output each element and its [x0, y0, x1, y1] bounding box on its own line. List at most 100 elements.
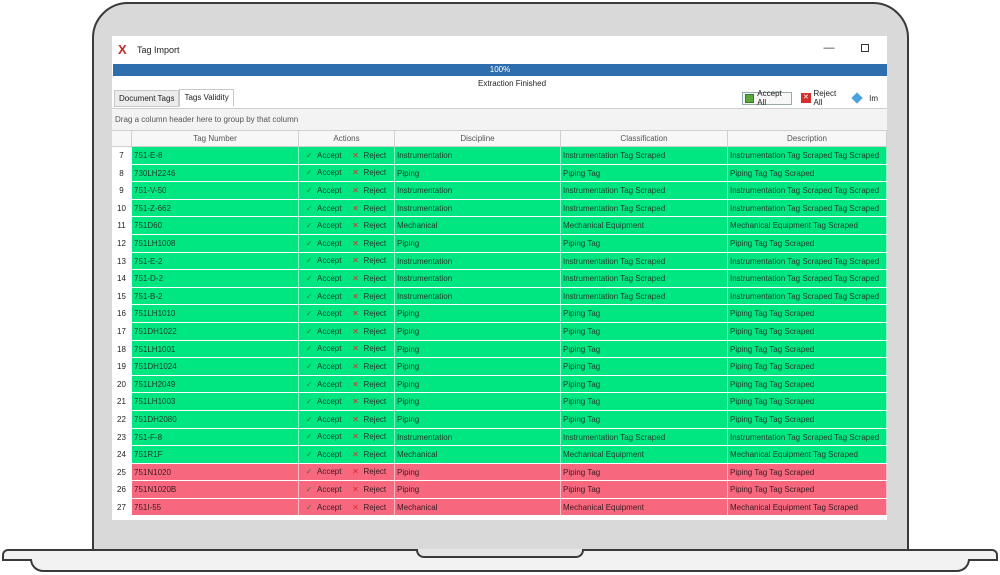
description-cell[interactable]: Instrumentation Tag Scraped Tag Scraped	[728, 270, 887, 287]
table-row[interactable]: 10 751-Z-662 ✓ Accept ✕ Reject Instrumentation…	[112, 199, 887, 218]
accept-link[interactable]: Accept	[317, 305, 341, 322]
table-row[interactable]: 18 751LH1001 ✓ Accept ✕ Reject Piping Piping Ta…	[112, 340, 887, 359]
tag-number-cell[interactable]: 751-Z-662	[132, 199, 299, 217]
reject-x-icon[interactable]: ✕	[349, 147, 361, 164]
discipline-cell[interactable]: Mechanical	[395, 217, 561, 234]
tag-number-cell[interactable]: 751DH2080	[132, 410, 299, 428]
accept-link[interactable]: Accept	[317, 253, 341, 270]
discipline-cell[interactable]: Piping	[395, 234, 561, 252]
table-row[interactable]: 26 751N1020B ✓ Accept ✕ Reject Piping Piping Ta…	[112, 481, 887, 499]
reject-link[interactable]: Reject	[363, 376, 386, 393]
reject-x-icon[interactable]: ✕	[349, 341, 361, 358]
tag-number-cell[interactable]: 751-B-2	[132, 287, 299, 305]
tag-number-cell[interactable]: 751LH1003	[132, 393, 299, 410]
discipline-cell[interactable]: Instrumentation	[395, 252, 561, 270]
accept-link[interactable]: Accept	[317, 270, 341, 287]
accept-link[interactable]: Accept	[317, 323, 341, 340]
description-cell[interactable]: Instrumentation Tag Scraped Tag Scraped	[728, 182, 887, 199]
description-cell[interactable]: Piping Tag Tag Scraped	[728, 410, 887, 428]
reject-x-icon[interactable]: ✕	[349, 393, 361, 410]
reject-x-icon[interactable]: ✕	[349, 376, 361, 393]
reject-x-icon[interactable]: ✕	[349, 305, 361, 322]
reject-link[interactable]: Reject	[363, 323, 386, 340]
discipline-cell[interactable]: Piping	[395, 375, 561, 393]
reject-link[interactable]: Reject	[363, 446, 386, 463]
discipline-cell[interactable]: Mechanical	[395, 446, 561, 463]
classification-cell[interactable]: Piping Tag	[561, 375, 728, 393]
description-cell[interactable]: Instrumentation Tag Scraped Tag Scraped	[728, 147, 887, 164]
tag-number-cell[interactable]: 751R1F	[132, 446, 299, 463]
check-icon[interactable]: ✓	[303, 376, 315, 393]
check-icon[interactable]: ✓	[303, 147, 315, 164]
accept-link[interactable]: Accept	[317, 217, 341, 234]
classification-cell[interactable]: Instrumentation Tag Scraped	[561, 287, 728, 305]
check-icon[interactable]: ✓	[303, 411, 315, 428]
accept-link[interactable]: Accept	[317, 376, 341, 393]
reject-link[interactable]: Reject	[363, 393, 386, 410]
tag-number-cell[interactable]: 751LH1010	[132, 305, 299, 322]
classification-cell[interactable]: Mechanical Equipment	[561, 217, 728, 234]
accept-link[interactable]: Accept	[317, 235, 341, 252]
reject-link[interactable]: Reject	[363, 429, 386, 446]
classification-cell[interactable]: Piping Tag	[561, 358, 728, 375]
reject-x-icon[interactable]: ✕	[349, 235, 361, 252]
tag-number-cell[interactable]: 751I-55	[132, 498, 299, 516]
tag-number-cell[interactable]: 751DH1024	[132, 358, 299, 375]
reject-link[interactable]: Reject	[363, 147, 386, 164]
reject-x-icon[interactable]: ✕	[349, 288, 361, 305]
discipline-cell[interactable]: Instrumentation	[395, 182, 561, 199]
tag-number-cell[interactable]: 751DH1022	[132, 322, 299, 340]
description-cell[interactable]: Piping Tag Tag Scraped	[728, 463, 887, 481]
classification-cell[interactable]: Piping Tag	[561, 463, 728, 481]
accept-link[interactable]: Accept	[317, 165, 341, 182]
description-cell[interactable]: Piping Tag Tag Scraped	[728, 234, 887, 252]
table-row[interactable]: 16 751LH1010 ✓ Accept ✕ Reject Piping Piping Ta…	[112, 305, 887, 323]
tag-number-cell[interactable]: 751N1020	[132, 463, 299, 481]
discipline-cell[interactable]: Mechanical	[395, 498, 561, 516]
reject-x-icon[interactable]: ✕	[349, 499, 361, 516]
reject-x-icon[interactable]: ✕	[349, 217, 361, 234]
accept-link[interactable]: Accept	[317, 200, 341, 217]
description-cell[interactable]: Mechanical Equipment Tag Scraped	[728, 498, 887, 516]
table-row[interactable]: 19 751DH1024 ✓ Accept ✕ Reject Piping Piping Ta…	[112, 358, 887, 376]
reject-x-icon[interactable]: ✕	[349, 481, 361, 498]
reject-x-icon[interactable]: ✕	[349, 358, 361, 375]
check-icon[interactable]: ✓	[303, 288, 315, 305]
reject-x-icon[interactable]: ✕	[349, 270, 361, 287]
reject-x-icon[interactable]: ✕	[349, 323, 361, 340]
reject-link[interactable]: Reject	[363, 200, 386, 217]
classification-cell[interactable]: Instrumentation Tag Scraped	[561, 199, 728, 217]
classification-cell[interactable]: Instrumentation Tag Scraped	[561, 428, 728, 446]
check-icon[interactable]: ✓	[303, 429, 315, 446]
classification-cell[interactable]: Mechanical Equipment	[561, 498, 728, 516]
accept-link[interactable]: Accept	[317, 464, 341, 481]
check-icon[interactable]: ✓	[303, 182, 315, 199]
classification-cell[interactable]: Piping Tag	[561, 393, 728, 410]
table-row[interactable]: 22 751DH2080 ✓ Accept ✕ Reject Piping Piping Ta…	[112, 410, 887, 429]
classification-cell[interactable]: Instrumentation Tag Scraped	[561, 252, 728, 270]
group-by-panel[interactable]: Drag a column header here to group by th…	[112, 108, 887, 130]
import-button[interactable]: Im	[851, 92, 878, 105]
description-cell[interactable]: Instrumentation Tag Scraped Tag Scraped	[728, 252, 887, 270]
tag-number-cell[interactable]: 751N1020B	[132, 481, 299, 498]
discipline-cell[interactable]: Piping	[395, 322, 561, 340]
reject-x-icon[interactable]: ✕	[349, 464, 361, 481]
tab-tags-validity[interactable]: Tags Validity	[179, 89, 234, 107]
tag-number-cell[interactable]: 751-V-50	[132, 182, 299, 199]
check-icon[interactable]: ✓	[303, 481, 315, 498]
reject-link[interactable]: Reject	[363, 464, 386, 481]
accept-link[interactable]: Accept	[317, 288, 341, 305]
accept-link[interactable]: Accept	[317, 341, 341, 358]
table-row[interactable]: 24 751R1F ✓ Accept ✕ Reject Mechanical Mechanic…	[112, 446, 887, 464]
table-row[interactable]: 12 751LH1008 ✓ Accept ✕ Reject Piping Piping Ta…	[112, 234, 887, 253]
tag-number-cell[interactable]: 751-E-8	[132, 147, 299, 164]
description-cell[interactable]: Instrumentation Tag Scraped Tag Scraped	[728, 287, 887, 305]
reject-link[interactable]: Reject	[363, 217, 386, 234]
reject-all-button[interactable]: ✕ Reject All	[801, 89, 844, 107]
reject-link[interactable]: Reject	[363, 499, 386, 516]
check-icon[interactable]: ✓	[303, 253, 315, 270]
discipline-cell[interactable]: Piping	[395, 410, 561, 428]
reject-link[interactable]: Reject	[363, 235, 386, 252]
check-icon[interactable]: ✓	[303, 270, 315, 287]
reject-x-icon[interactable]: ✕	[349, 253, 361, 270]
